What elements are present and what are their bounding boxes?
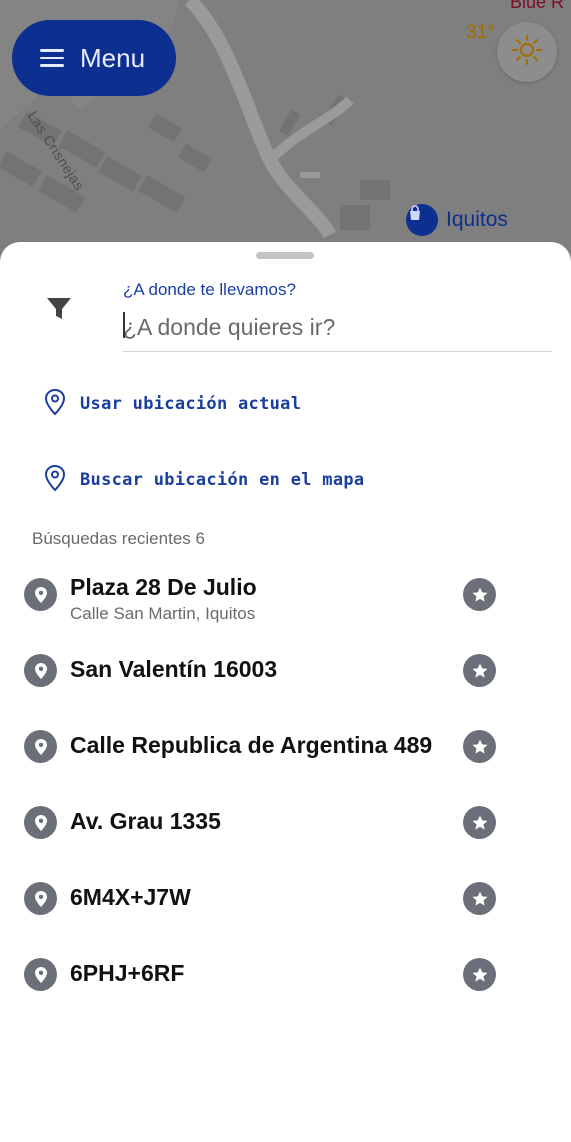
temperature-label: 31° (466, 22, 495, 43)
location-pin-icon (24, 882, 57, 915)
location-pin-icon (24, 654, 57, 687)
recent-item-title: San Valentín 16003 (70, 656, 278, 682)
location-pin-icon (24, 730, 57, 763)
text-cursor (123, 312, 125, 338)
star-icon[interactable] (463, 882, 496, 915)
menu-label: Menu (80, 42, 146, 73)
search-on-map-button[interactable]: Buscar ubicación en el mapa (44, 464, 364, 496)
map-partial-label: Blue R (510, 0, 565, 12)
location-pin-icon (24, 806, 57, 839)
drag-handle[interactable] (256, 252, 314, 259)
recent-item-subtitle: Calle San Martin, Iquitos (70, 604, 256, 623)
filter-icon[interactable] (44, 294, 74, 324)
weather-button[interactable] (497, 22, 557, 82)
star-icon[interactable] (463, 578, 496, 611)
search-on-map-label: Buscar ubicación en el mapa (80, 470, 365, 490)
star-icon[interactable] (463, 806, 496, 839)
star-icon[interactable] (463, 654, 496, 687)
recent-item-title: Calle Republica de Argentina 489 (70, 732, 433, 758)
location-pin-outline-icon (44, 388, 66, 421)
destination-search-input[interactable] (123, 304, 552, 352)
location-pin-outline-icon (44, 464, 66, 497)
recent-item-title: 6M4X+J7W (70, 884, 191, 910)
recent-item-title: 6PHJ+6RF (70, 960, 185, 986)
star-icon[interactable] (463, 958, 496, 991)
bottom-sheet: ¿A donde te llevamos? Usar ubicación act… (0, 242, 571, 1142)
location-pin-icon (24, 958, 57, 991)
recent-item-title: Plaza 28 De Julio (70, 574, 257, 600)
sun-icon (511, 34, 543, 71)
star-icon[interactable] (463, 730, 496, 763)
search-field-label: ¿A donde te llevamos? (123, 280, 296, 299)
map-poi-label: Iquitos (446, 208, 508, 231)
use-current-location-label: Usar ubicación actual (80, 394, 302, 414)
location-pin-icon (24, 578, 57, 611)
hamburger-icon (40, 44, 64, 72)
recent-searches-title: Búsquedas recientes 6 (32, 529, 205, 548)
menu-button[interactable]: Menu (12, 20, 176, 96)
recent-item-title: Av. Grau 1335 (70, 808, 221, 834)
use-current-location-button[interactable]: Usar ubicación actual (44, 388, 301, 420)
shopping-bag-icon (406, 204, 438, 236)
map-poi-iquitos[interactable]: Iquitos (406, 204, 508, 236)
